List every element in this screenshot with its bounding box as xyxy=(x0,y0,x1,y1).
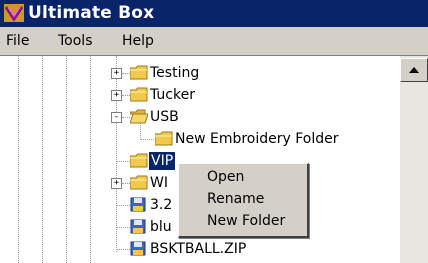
disk-file-icon xyxy=(130,197,146,212)
scroll-up-button[interactable] xyxy=(400,58,428,82)
menu-bar: File Tools Help xyxy=(0,27,428,56)
tree-item-label: 3.2 xyxy=(150,197,173,213)
tree-item-label: Testing xyxy=(150,65,200,81)
tree-item-label: WI xyxy=(150,175,168,191)
tree-item-new-embroidery-folder[interactable]: New Embroidery Folder xyxy=(0,130,400,152)
context-rename[interactable]: Rename xyxy=(207,190,264,208)
disk-file-icon xyxy=(130,241,146,256)
vertical-scrollbar[interactable] xyxy=(400,56,428,263)
context-menu: Open Rename New Folder xyxy=(178,163,309,238)
tree-item-testing[interactable]: + Testing xyxy=(0,64,400,86)
disk-file-icon xyxy=(130,219,146,234)
tree-item-label: VIP xyxy=(149,152,176,170)
folder-icon xyxy=(130,87,148,102)
tree-item-bsktball-zip[interactable]: BSKTBALL.ZIP xyxy=(0,240,400,262)
folder-icon xyxy=(155,131,173,146)
menu-tools[interactable]: Tools xyxy=(58,33,93,49)
arrow-up-icon xyxy=(409,67,419,73)
app-icon xyxy=(4,4,24,22)
title-bar: Ultimate Box xyxy=(0,0,428,27)
tree-item-usb[interactable]: - USB xyxy=(0,108,400,130)
tree-item-label: blu xyxy=(150,219,172,235)
tree-item-label: New Embroidery Folder xyxy=(175,131,339,147)
folder-icon xyxy=(130,153,148,168)
folder-icon xyxy=(130,175,148,190)
folder-icon xyxy=(130,65,148,80)
menu-help[interactable]: Help xyxy=(122,33,154,49)
menu-file[interactable]: File xyxy=(6,33,29,49)
tree-item-label: USB xyxy=(150,109,179,125)
expand-icon[interactable]: + xyxy=(111,68,122,79)
window-title: Ultimate Box xyxy=(28,3,155,23)
open-folder-icon xyxy=(130,109,148,124)
expand-icon[interactable]: + xyxy=(111,178,122,189)
tree-item-tucker[interactable]: + Tucker xyxy=(0,86,400,108)
context-open[interactable]: Open xyxy=(207,168,244,186)
expand-icon[interactable]: + xyxy=(111,90,122,101)
collapse-icon[interactable]: - xyxy=(111,112,122,123)
tree-item-label: Tucker xyxy=(150,87,195,103)
context-new-folder[interactable]: New Folder xyxy=(207,212,285,230)
tree-item-label: BSKTBALL.ZIP xyxy=(150,241,247,257)
